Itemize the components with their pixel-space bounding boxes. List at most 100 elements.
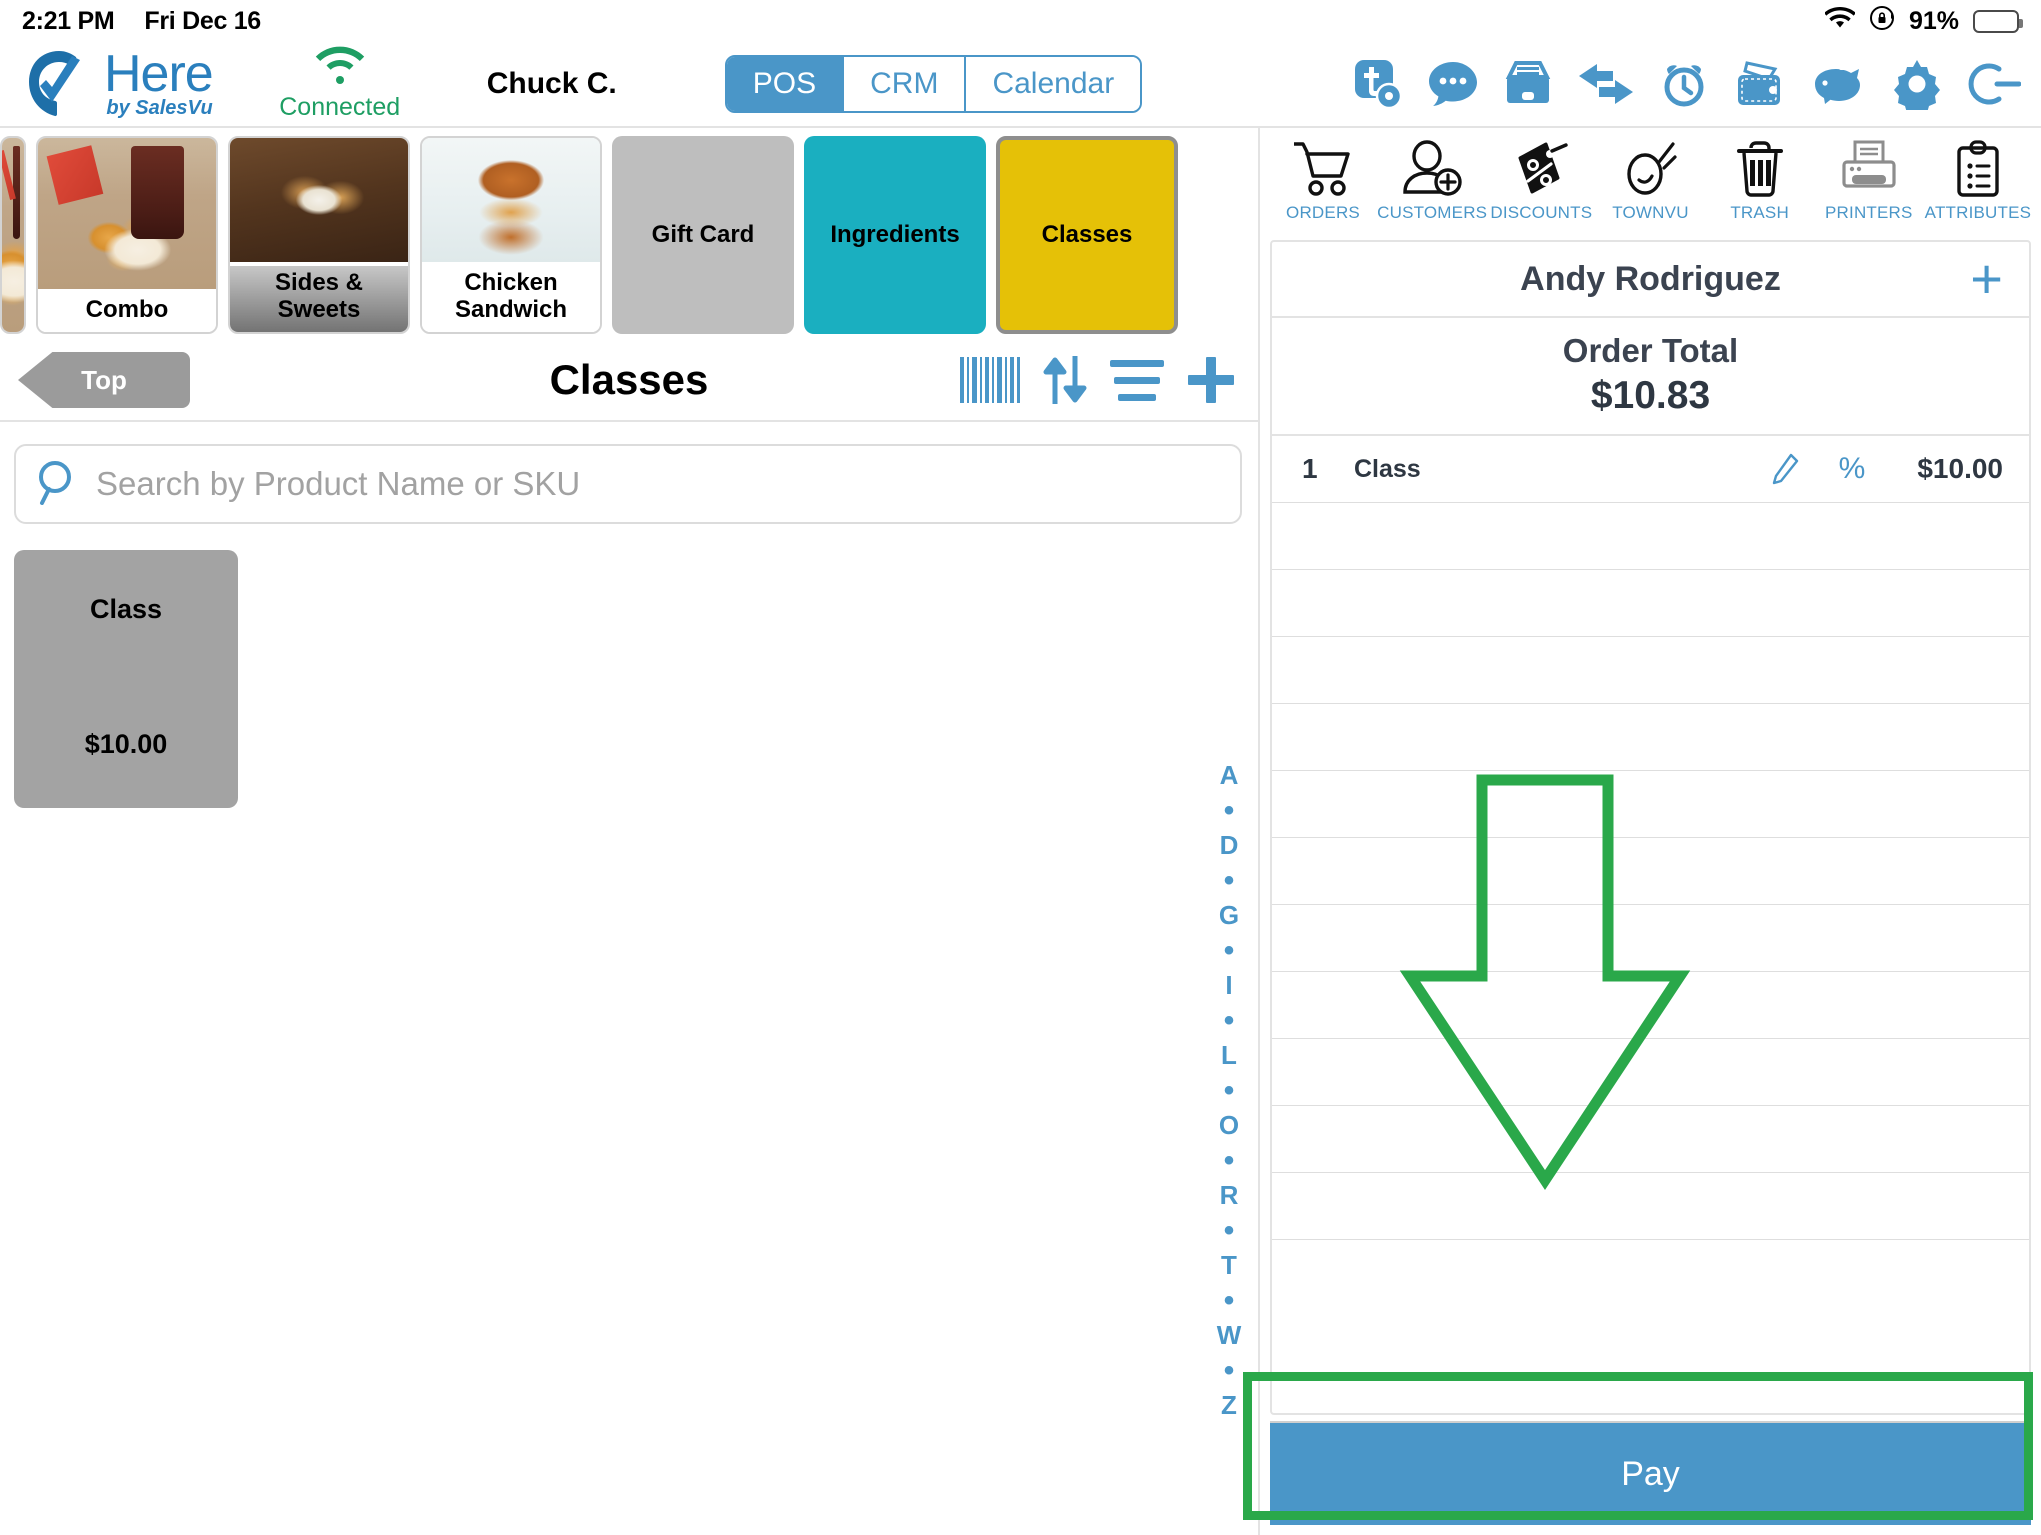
product-grid: Class $10.00 [0,524,1258,808]
wallet-icon[interactable] [1733,59,1787,109]
empty-line-row [1272,972,2029,1039]
catalog-panel: Combo Sides & Sweets Chicken Sandwich Gi… [0,128,1258,1535]
alpha-index-item[interactable]: • [1224,1353,1235,1388]
percent-icon[interactable]: % [1839,452,1866,486]
category-tile-row: Combo Sides & Sweets Chicken Sandwich Gi… [0,128,1258,340]
barcode-icon[interactable] [960,357,1020,403]
alpha-index-item[interactable]: R [1220,1178,1239,1213]
alpha-index-item[interactable]: T [1221,1248,1237,1283]
order-total-amount: $10.83 [1590,374,1711,417]
tool-trash[interactable]: TRASH [1711,140,1809,223]
tool-label-townvu: TOWNVU [1612,203,1689,222]
category-tile-combo[interactable]: Combo [36,136,218,334]
search-box[interactable] [14,444,1242,524]
status-time: 2:21 PM [22,6,115,35]
add-customer-plus-icon[interactable]: + [1970,251,2003,306]
empty-line-row [1272,503,2029,570]
logout-icon[interactable] [1967,59,2021,109]
connection-status-label: Connected [279,93,401,121]
product-tile-class[interactable]: Class $10.00 [14,550,238,808]
logo-secondary-text: by SalesVu [106,96,213,119]
piggy-bank-icon[interactable] [1811,62,1867,106]
battery-percent: 91% [1908,6,1959,35]
tab-calendar[interactable]: Calendar [966,57,1141,111]
gear-icon[interactable] [1891,58,1943,110]
product-price: $10.00 [84,729,168,759]
category-tile-gift-card[interactable]: Gift Card [612,136,794,334]
empty-line-row [1272,1106,2029,1173]
pencil-icon[interactable] [1769,453,1799,485]
alpha-index-item[interactable]: • [1224,793,1235,828]
customer-name[interactable]: Andy Rodriguez [1520,260,1781,299]
sort-icon[interactable] [1042,356,1088,404]
category-label-classes: Classes [1041,220,1133,248]
logo-primary-text: Here [104,44,214,103]
category-tile-classes[interactable]: Classes [996,136,1178,334]
empty-line-row [1272,1173,2029,1240]
line-item-qty: 1 [1302,453,1318,484]
search-icon [36,459,80,510]
tool-orders[interactable]: ORDERS [1274,140,1372,223]
line-item-name: Class [1354,454,1421,483]
tool-discounts[interactable]: DISCOUNTS [1490,140,1592,223]
empty-line-row [1272,905,2029,972]
tool-townvu[interactable]: TOWNVU [1601,140,1699,223]
app-header: Here by SalesVu Connected Chuck C. POS C… [0,42,2041,128]
pay-button[interactable]: Pay [1270,1421,2031,1525]
category-label-gift-card: Gift Card [651,220,755,248]
alpha-index-item[interactable]: Z [1221,1388,1237,1423]
wifi-connected-icon [312,46,368,90]
alpha-index-item[interactable]: • [1224,1283,1235,1318]
shopping-cart-icon [1292,140,1354,198]
alpha-index-item[interactable]: • [1224,1003,1235,1038]
add-customer-icon [1401,140,1463,198]
alpha-index-item[interactable]: • [1224,1073,1235,1108]
connection-status: Connected [265,46,415,122]
alarm-clock-icon[interactable] [1659,59,1709,109]
header-icon-bar [1351,58,2021,110]
section-icon-bar [960,355,1236,405]
category-tile-partial[interactable] [0,136,26,334]
category-tile-ingredients[interactable]: Ingredients [804,136,986,334]
tool-printers[interactable]: PRINTERS [1820,140,1918,223]
cash-drawer-icon[interactable] [1503,59,1553,109]
category-image-sides-sweets [230,138,408,263]
tool-attributes[interactable]: ATTRIBUTES [1925,140,2031,223]
alpha-index-item[interactable]: G [1219,898,1239,933]
discount-tag-icon [1510,140,1572,198]
list-icon[interactable] [1110,358,1164,402]
alpha-index-item[interactable]: A [1220,758,1239,793]
tool-customers[interactable]: CUSTOMERS [1377,140,1487,223]
pay-section: Pay [1260,1415,2041,1535]
tab-pos[interactable]: POS [726,57,845,111]
app-logo: Here by SalesVu [22,44,214,121]
table-row[interactable]: 1 Class % $10.00 [1272,436,2029,503]
tab-crm[interactable]: CRM [844,57,967,111]
alpha-index-item[interactable]: • [1224,863,1235,898]
transfer-icon[interactable] [1577,62,1635,106]
tool-label-customers: CUSTOMERS [1377,203,1488,222]
empty-line-row [1272,570,2029,637]
alpha-index-item[interactable]: I [1225,968,1232,1003]
alpha-index-item[interactable]: L [1221,1038,1237,1073]
battery-icon [1973,9,2023,33]
alpha-index-item[interactable]: D [1220,828,1239,863]
search-input[interactable] [96,465,1220,503]
townvu-settings-icon[interactable] [1351,58,1403,110]
add-icon[interactable] [1186,355,1236,405]
alpha-index-item[interactable]: W [1217,1318,1242,1353]
section-header: Top Classes [0,340,1258,422]
tool-label-printers: PRINTERS [1825,203,1913,222]
order-panel: ORDERS CUSTOMERS DISCOUNTS TOWNVU TRASH … [1258,128,2041,1535]
category-tile-sides-sweets[interactable]: Sides & Sweets [228,136,410,334]
alpha-index-item[interactable]: • [1224,1143,1235,1178]
category-label-chicken-sandwich: Chicken Sandwich [422,262,600,332]
alpha-index-item[interactable]: • [1224,933,1235,968]
category-tile-chicken-sandwich[interactable]: Chicken Sandwich [420,136,602,334]
alpha-index-item[interactable]: • [1224,1213,1235,1248]
chat-icon[interactable] [1427,60,1479,108]
alpha-index-item[interactable]: O [1219,1108,1239,1143]
order-card: Andy Rodriguez + Order Total $10.83 1 Cl… [1270,240,2031,1415]
wifi-icon [1823,6,1856,36]
trash-icon [1729,140,1791,198]
